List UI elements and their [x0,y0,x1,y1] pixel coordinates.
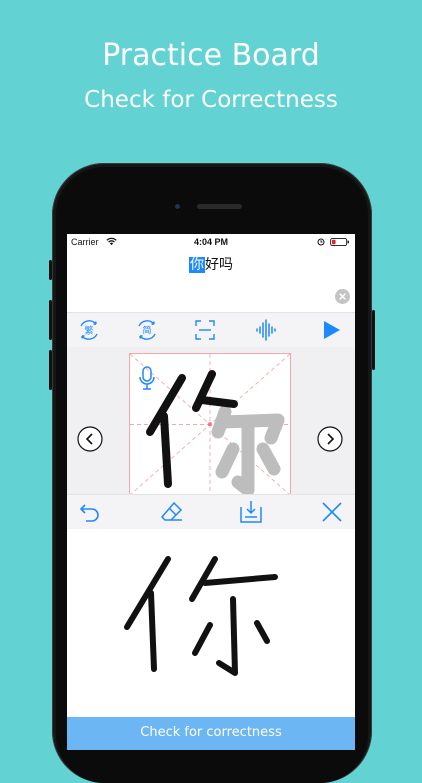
remaining-characters[interactable]: 好吗 [205,257,233,273]
simplified-label: 简 [142,325,151,337]
status-time: 4:04 PM [193,237,228,247]
status-bar: Carrier 4:04 PM [67,234,355,250]
volume-up-button [49,300,52,340]
simplified-convert-icon[interactable]: 简 [134,317,160,343]
handwriting-canvas[interactable] [67,529,355,715]
undo-icon[interactable] [77,499,103,525]
volume-down-button [49,350,52,390]
traditional-label: 繁 [84,325,93,337]
handwritten-strokes [124,556,278,676]
mute-switch [49,260,52,280]
front-camera [175,204,180,209]
save-icon[interactable] [238,499,264,525]
close-icon[interactable] [319,499,345,525]
check-correctness-button[interactable]: Check for correctness [67,717,355,750]
play-icon[interactable] [318,317,344,343]
drawing-toolbar [67,494,355,530]
practice-grid-area [67,347,355,496]
scan-icon[interactable] [192,317,218,343]
microphone-icon[interactable] [138,366,156,392]
promo-subtitle: Check for Correctness [84,87,338,113]
earpiece-speaker [197,204,242,209]
power-button [372,310,375,370]
practice-word[interactable]: 你好吗 [67,254,355,274]
character-grid[interactable] [129,353,291,496]
selected-character[interactable]: 你 [189,257,205,273]
alarm-icon [317,238,325,246]
audio-waveform-icon[interactable] [253,317,279,343]
app-screen: Carrier 4:04 PM 你好吗 繁 简 Check for correc… [67,234,355,750]
battery-icon [330,238,349,246]
character-toolbar: 繁 简 [67,312,355,348]
traditional-convert-icon[interactable]: 繁 [76,317,102,343]
chevron-left-icon[interactable] [77,426,103,452]
clear-icon[interactable] [335,289,350,304]
chevron-right-icon[interactable] [317,426,343,452]
eraser-icon[interactable] [159,499,185,525]
promo-title: Practice Board [102,38,320,73]
